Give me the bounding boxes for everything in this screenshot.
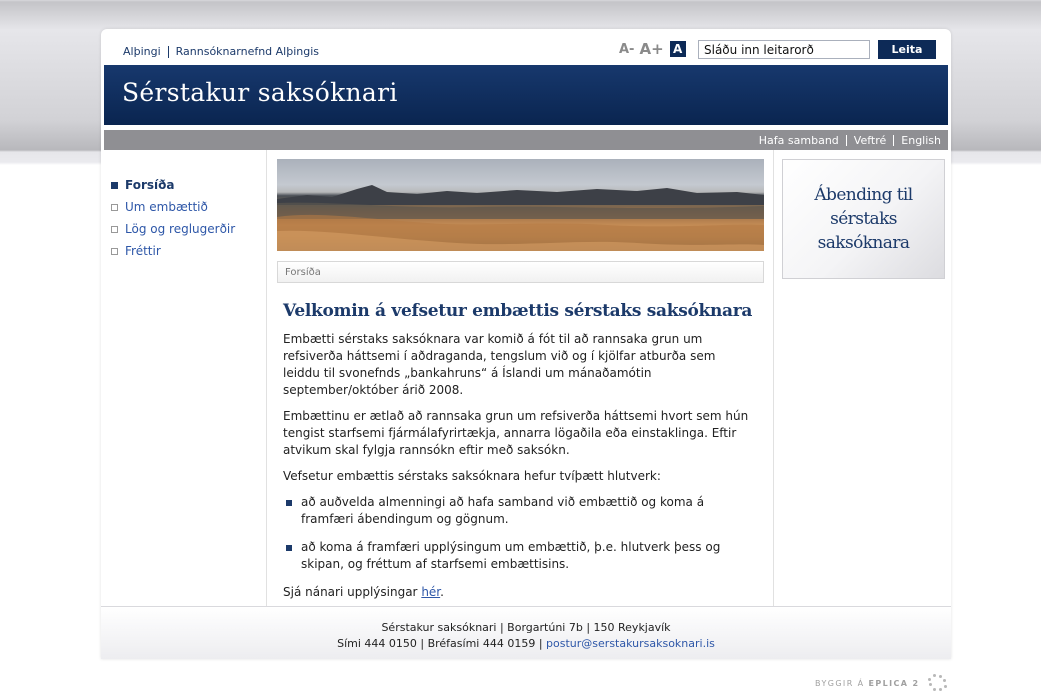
mission-paragraph: Embættinu er ætlað að rannsaka grun um r…	[283, 409, 749, 457]
eplica-dots-icon	[924, 674, 948, 692]
link-english[interactable]: English	[901, 134, 941, 147]
more-info-end: .	[440, 585, 444, 599]
page-container: Alþingi Rannsóknarnefnd Alþingis A- A+ A…	[101, 29, 951, 659]
link-contact[interactable]: Hafa samband	[759, 134, 839, 147]
roles-paragraph: Vefsetur embættis sérstaks saksóknara he…	[283, 469, 661, 483]
link-althingi[interactable]: Alþingi	[123, 45, 161, 58]
top-bar: Alþingi Rannsóknarnefnd Alþingis A- A+ A…	[101, 29, 951, 65]
more-info-link[interactable]: hér	[421, 585, 440, 599]
breadcrumb[interactable]: Forsíða	[277, 261, 764, 283]
font-larger-button[interactable]: A+	[639, 40, 663, 58]
credit-brand: EPLICA 2	[868, 678, 920, 688]
more-info-text: Sjá nánari upplýsingar	[283, 585, 422, 599]
intro-paragraph: Embætti sérstaks saksóknara var komið á …	[283, 332, 716, 397]
site-title[interactable]: Sérstakur saksóknari	[122, 78, 398, 107]
footer-phones: Sími 444 0150 | Bréfasími 444 0159 |	[337, 637, 547, 650]
divider	[893, 134, 895, 146]
square-bullet-icon	[111, 203, 118, 211]
footer-address: Sérstakur saksóknari | Borgartúni 7b | 1…	[381, 621, 671, 634]
footer-email-link[interactable]: postur@serstakursaksoknari.is	[546, 637, 715, 650]
site-banner: Sérstakur saksóknari	[104, 65, 948, 125]
list-item: að auðvelda almenningi að hafa samband v…	[283, 494, 753, 528]
nav-item-um-embaettid[interactable]: Um embættið	[111, 196, 266, 218]
nav-item-forsida[interactable]: Forsíða	[111, 174, 266, 196]
right-column: Ábending til sérstaks saksóknara	[773, 150, 951, 606]
credit-prefix: BYGGIR Á	[815, 678, 865, 688]
hero-landscape-image	[277, 159, 764, 251]
nav-list: Forsíða Um embættið Lög og reglugerðir F…	[111, 174, 266, 262]
font-size-controls: A- A+ A	[619, 40, 686, 58]
tip-box-label[interactable]: Ábending til sérstaks saksóknara	[789, 183, 939, 255]
list-item: að koma á framfæri upplýsingum um embætt…	[283, 539, 753, 573]
page-title: Velkomin á vefsetur embættis sérstaks sa…	[283, 301, 753, 321]
link-rannsoknarnefnd[interactable]: Rannsóknarnefnd Alþingis	[176, 45, 319, 58]
landscape-illustration	[277, 185, 764, 251]
utility-bar: Hafa samband Veftré English	[104, 130, 948, 150]
nav-item-label[interactable]: Lög og reglugerðir	[125, 222, 235, 236]
list-item-text: að auðvelda almenningi að hafa samband v…	[301, 495, 705, 526]
square-bullet-icon	[111, 225, 118, 233]
search-button[interactable]: Leita	[878, 40, 936, 59]
nav-item-label[interactable]: Forsíða	[125, 178, 174, 192]
more-info-line: Sjá nánari upplýsingar hér.	[283, 584, 753, 601]
font-smaller-button[interactable]: A-	[619, 42, 634, 57]
main-content: Velkomin á vefsetur embættis sérstaks sa…	[283, 301, 753, 610]
footer: Sérstakur saksóknari | Borgartúni 7b | 1…	[101, 606, 951, 659]
nav-item-frettir[interactable]: Fréttir	[111, 240, 266, 262]
divider	[167, 45, 169, 58]
square-bullet-icon	[111, 247, 118, 255]
top-links: Alþingi Rannsóknarnefnd Alþingis	[123, 45, 319, 58]
platform-credit[interactable]: BYGGIR Á EPLICA 2	[815, 674, 948, 692]
link-sitemap[interactable]: Veftré	[854, 134, 886, 147]
list-item-text: að koma á framfæri upplýsingum um embætt…	[301, 540, 721, 571]
footer-contact: Sími 444 0150 | Bréfasími 444 0159 | pos…	[101, 636, 951, 652]
tip-submit-box[interactable]: Ábending til sérstaks saksóknara	[782, 159, 945, 279]
square-bullet-icon	[286, 545, 292, 551]
roles-list: að auðvelda almenningi að hafa samband v…	[283, 494, 753, 573]
left-navigation: Forsíða Um embættið Lög og reglugerðir F…	[101, 150, 267, 606]
square-bullet-icon	[286, 500, 292, 506]
search-input[interactable]	[698, 40, 870, 59]
nav-item-label[interactable]: Fréttir	[125, 244, 161, 258]
font-normal-button[interactable]: A	[669, 41, 686, 57]
nav-item-log-og-reglugerdir[interactable]: Lög og reglugerðir	[111, 218, 266, 240]
nav-item-label[interactable]: Um embættið	[125, 200, 208, 214]
square-bullet-icon	[111, 181, 118, 189]
divider	[845, 134, 847, 146]
